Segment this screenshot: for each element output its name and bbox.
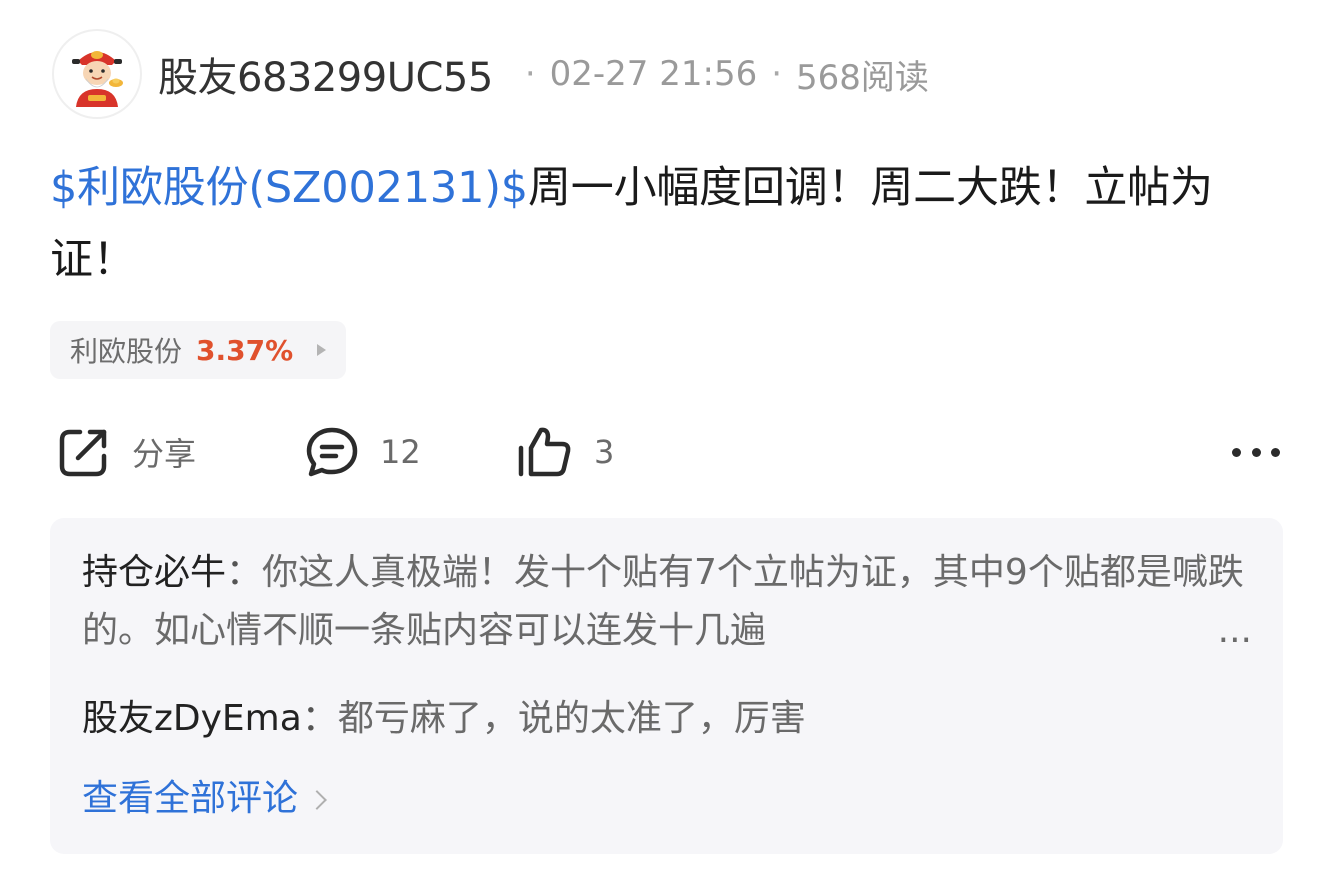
like-count: 3 xyxy=(594,433,615,471)
share-button[interactable]: 分享 xyxy=(56,420,196,484)
meta-separator: · xyxy=(771,54,783,94)
meta-separator: · xyxy=(524,54,536,94)
view-all-comments-link[interactable]: 查看全部评论 xyxy=(82,770,327,828)
comments-preview: 持仓必牛：你这人真极端！发十个贴有7个立帖为证，其中9个贴都是喊跌的。如心情不顺… xyxy=(50,518,1283,854)
comment-author[interactable]: 持仓必牛 xyxy=(82,552,226,593)
stock-change-percent: 3.37% xyxy=(196,333,294,367)
like-button[interactable]: 3 xyxy=(516,420,614,484)
comment-colon: ： xyxy=(226,552,263,593)
comment-button[interactable]: 12 xyxy=(304,420,421,484)
post-date: 02-27 21:56 xyxy=(549,54,758,94)
more-icon[interactable] xyxy=(1232,436,1280,468)
chevron-right-icon xyxy=(307,790,327,810)
read-count: 568阅读 xyxy=(796,57,929,98)
comment-count: 12 xyxy=(380,433,421,471)
fortune-god-avatar-icon xyxy=(72,51,123,107)
comment-icon xyxy=(306,427,358,477)
avatar[interactable] xyxy=(52,29,142,119)
comment-item[interactable]: 股友zDyEma：都亏麻了，说的太准了，厉害 xyxy=(82,690,1252,748)
like-icon xyxy=(518,427,571,477)
view-all-label: 查看全部评论 xyxy=(82,778,299,819)
comment-author[interactable]: 股友zDyEma xyxy=(82,698,302,739)
post-body[interactable]: $利欧股份(SZ002131)$周一小幅度回调！周二大跌！立帖为证！ xyxy=(50,152,1290,296)
comment-text: 都亏麻了，说的太准了，厉害 xyxy=(337,698,806,739)
stock-tag-link[interactable]: $利欧股份(SZ002131)$ xyxy=(50,163,528,213)
more-dot xyxy=(1232,447,1241,457)
more-dot xyxy=(1271,447,1280,457)
share-icon xyxy=(59,429,107,477)
play-arrow-icon xyxy=(317,344,327,356)
post-header: 股友683299UC55 · 02-27 21:56 · 568阅读 xyxy=(52,28,929,120)
post-meta: · 02-27 21:56 · 568阅读 xyxy=(511,50,929,99)
more-dot xyxy=(1251,447,1261,457)
comment-colon: ： xyxy=(301,698,338,739)
stock-name: 利欧股份 xyxy=(70,335,183,368)
stock-quote-chip[interactable]: 利欧股份 3.37% xyxy=(50,321,347,379)
comment-ellipsis: ... xyxy=(1205,602,1252,660)
username[interactable]: 股友683299UC55 xyxy=(158,45,493,103)
comment-item[interactable]: 持仓必牛：你这人真极端！发十个贴有7个立帖为证，其中9个贴都是喊跌的。如心情不顺… xyxy=(82,544,1252,660)
action-bar: 分享 12 3 xyxy=(52,420,1280,484)
share-label: 分享 xyxy=(132,435,197,473)
